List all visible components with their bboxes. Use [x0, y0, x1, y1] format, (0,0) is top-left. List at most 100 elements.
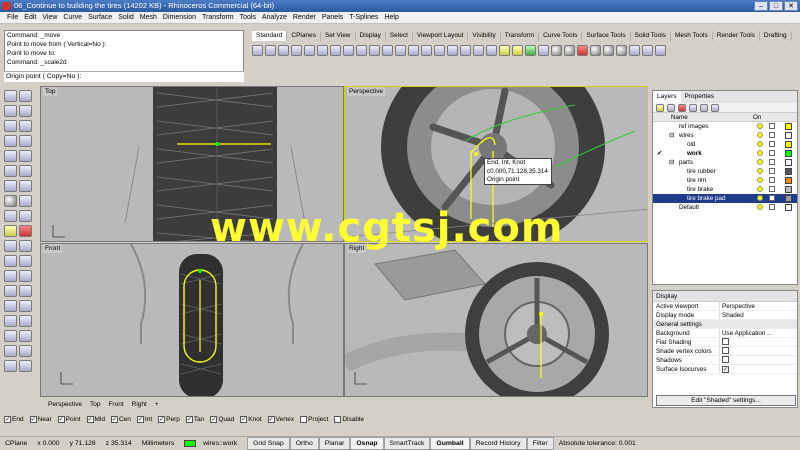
curve-icon[interactable]: [19, 105, 32, 117]
show-objects-icon[interactable]: [499, 44, 510, 56]
zoom-window-icon[interactable]: [408, 44, 419, 56]
filter-button[interactable]: Filter: [526, 437, 554, 450]
select-arrow-icon[interactable]: [4, 90, 17, 102]
lock-objects-icon[interactable]: [512, 44, 523, 56]
new-file-icon[interactable]: [252, 44, 263, 56]
layer-row[interactable]: Default: [653, 203, 797, 212]
layer-visibility-bulb-icon[interactable]: [757, 195, 763, 201]
tab-cplanes[interactable]: CPlanes: [287, 31, 321, 41]
osnap-int[interactable]: ✓ Int: [136, 416, 152, 423]
save-icon[interactable]: [278, 44, 289, 56]
tab-layers[interactable]: Layers: [653, 91, 681, 103]
tab-render-tools[interactable]: Render Tools: [713, 31, 760, 41]
options-icon[interactable]: [642, 44, 653, 56]
menu-curve[interactable]: Curve: [60, 12, 85, 23]
analyze-icon[interactable]: [19, 315, 32, 327]
four-viewports-icon[interactable]: [460, 44, 471, 56]
menu-transform[interactable]: Transform: [199, 12, 237, 23]
new-sublayer-icon[interactable]: [667, 103, 675, 112]
import-icon[interactable]: [304, 44, 315, 56]
paste-icon[interactable]: [343, 44, 354, 56]
tab-properties[interactable]: Properties: [681, 91, 719, 103]
zoom-icon[interactable]: [395, 44, 406, 56]
layer-color-swatch[interactable]: [785, 204, 792, 211]
general-settings-header[interactable]: General settings: [653, 320, 797, 329]
menu-solid[interactable]: Solid: [115, 12, 137, 23]
osnap-near[interactable]: ✓ Near: [29, 416, 52, 423]
shaded-ball-icon[interactable]: [564, 44, 575, 56]
mesh-icon[interactable]: [4, 210, 17, 222]
layer-color-swatch[interactable]: [785, 177, 792, 184]
close-button[interactable]: ✕: [784, 1, 798, 11]
layer-row[interactable]: tire rubber: [653, 167, 797, 176]
layer-color-swatch[interactable]: [785, 186, 792, 193]
flat-shading-checkbox[interactable]: [722, 338, 729, 345]
view-icon[interactable]: [19, 330, 32, 342]
layer-lock-icon[interactable]: [769, 141, 775, 147]
layer-color-swatch[interactable]: [785, 141, 792, 148]
expand-collapse-icon[interactable]: ⊟: [669, 158, 674, 167]
circle-icon[interactable]: [4, 120, 17, 132]
menu-tools[interactable]: Tools: [237, 12, 259, 23]
layer-visibility-bulb-icon[interactable]: [757, 177, 763, 183]
dimension-icon[interactable]: [4, 315, 17, 327]
viewport-properties-icon[interactable]: [473, 44, 484, 56]
tab-transform[interactable]: Transform: [501, 31, 540, 41]
planar-button[interactable]: Planar: [318, 437, 351, 450]
shade-vertex-colors-checkbox[interactable]: [722, 347, 729, 354]
layer-row[interactable]: ✔ work: [653, 149, 797, 158]
layer-lock-icon[interactable]: [769, 195, 775, 201]
viewport-label-perspective[interactable]: Perspective: [347, 87, 385, 96]
ortho-button[interactable]: Ortho: [289, 437, 319, 450]
undo-icon[interactable]: [356, 44, 367, 56]
free-curve-icon[interactable]: [19, 150, 32, 162]
tab-viewport-layout[interactable]: Viewport Layout: [413, 31, 469, 41]
osnap-perp[interactable]: ✓ Perp: [158, 416, 180, 423]
status-units[interactable]: Millimeters: [137, 440, 179, 447]
layer-lock-icon[interactable]: [769, 204, 775, 210]
layer-row[interactable]: ⊟ wires: [653, 131, 797, 140]
display-panel-tab[interactable]: Display: [653, 291, 797, 302]
minimize-button[interactable]: –: [754, 1, 768, 11]
layer-lock-icon[interactable]: [769, 177, 775, 183]
box-icon[interactable]: [19, 195, 32, 207]
copy-icon[interactable]: [330, 44, 341, 56]
osnap-checkbox[interactable]: ✓: [136, 416, 144, 423]
osnap-checkbox[interactable]: ✓: [185, 416, 193, 423]
osnap-checkbox[interactable]: ✓: [240, 416, 248, 423]
layer-row[interactable]: ref images: [653, 122, 797, 131]
tab-curve-tools[interactable]: Curve Tools: [539, 31, 583, 41]
extrude-icon[interactable]: [19, 180, 32, 192]
xray-ball-icon[interactable]: [603, 44, 614, 56]
layer-visibility-bulb-icon[interactable]: [757, 159, 763, 165]
layer-visibility-bulb-icon[interactable]: [757, 186, 763, 192]
layer-row[interactable]: tire brake: [653, 185, 797, 194]
fillet-curve-icon[interactable]: [19, 165, 32, 177]
layer-icon[interactable]: [525, 44, 536, 56]
layer-color-swatch[interactable]: [785, 150, 792, 157]
layer-lock-icon[interactable]: [769, 123, 775, 129]
zoom-extents-icon[interactable]: [421, 44, 432, 56]
tab-surface-tools[interactable]: Surface Tools: [582, 31, 631, 41]
osnap-checkbox[interactable]: ✓: [110, 416, 118, 423]
split-icon[interactable]: [19, 240, 32, 252]
osnap-checkbox[interactable]: ✓: [86, 416, 94, 423]
layer-lock-icon[interactable]: [769, 159, 775, 165]
menu-file[interactable]: File: [4, 12, 21, 23]
menu-view[interactable]: View: [39, 12, 60, 23]
menu-render[interactable]: Render: [290, 12, 319, 23]
osnap-cen[interactable]: ✓ Cen: [110, 416, 131, 423]
tab-standard[interactable]: Standard: [252, 31, 288, 41]
copy-object-icon[interactable]: [19, 270, 32, 282]
layer-row[interactable]: ⊟ parts: [653, 158, 797, 167]
point-icon[interactable]: [19, 90, 32, 102]
osnap-checkbox[interactable]: ✓: [57, 416, 65, 423]
render-ball-icon[interactable]: [577, 44, 588, 56]
menu-analyze[interactable]: Analyze: [259, 12, 290, 23]
layer-color-swatch[interactable]: [785, 132, 792, 139]
trim-icon[interactable]: [4, 240, 17, 252]
mirror-icon[interactable]: [4, 300, 17, 312]
layer-color-swatch[interactable]: [785, 168, 792, 175]
help-icon[interactable]: [655, 44, 666, 56]
tab-solid-tools[interactable]: Solid Tools: [631, 31, 671, 41]
